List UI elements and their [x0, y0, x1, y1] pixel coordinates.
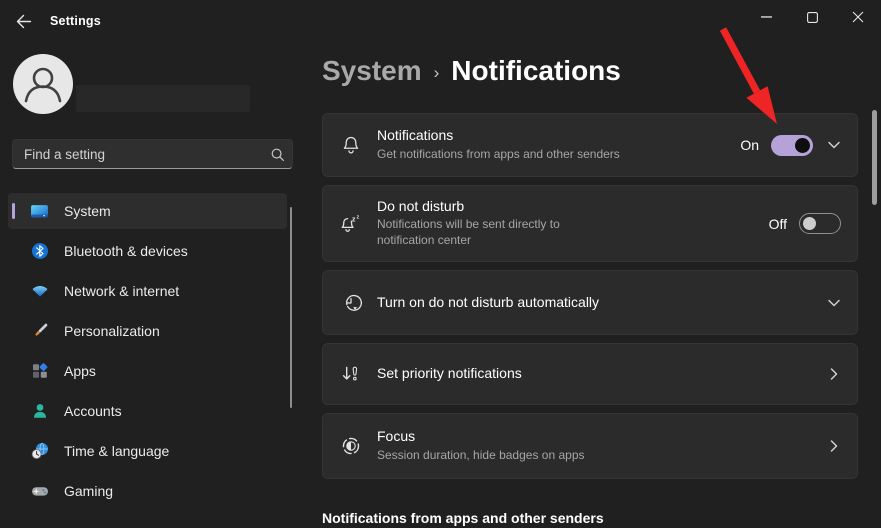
settings-window: { "window": { "app_title": "Settings" },…	[0, 0, 881, 528]
sidebar-item-label: Apps	[64, 363, 96, 379]
close-button[interactable]	[835, 0, 881, 34]
card-subtitle: Notifications will be sent directly to n…	[377, 217, 560, 248]
breadcrumb: System › Notifications	[322, 55, 621, 87]
accounts-icon	[30, 402, 49, 421]
chevron-right-icon[interactable]	[827, 367, 841, 381]
clock-history-icon	[340, 292, 362, 314]
card-title: Set priority notifications	[377, 365, 522, 382]
bell-icon	[340, 134, 362, 156]
sidebar-item-label: Accounts	[64, 403, 122, 419]
sidebar-item-personalization[interactable]: Personalization	[8, 313, 287, 349]
card-title: Focus	[377, 428, 416, 445]
apps-icon	[30, 362, 49, 381]
card-subtitle: Get notifications from apps and other se…	[377, 146, 620, 161]
card-text: Do not disturb Notifications will be sen…	[377, 198, 769, 249]
do-not-disturb-card[interactable]: z z Do not disturb Notifications will be…	[322, 185, 858, 262]
close-icon	[852, 11, 864, 23]
chevron-right-icon[interactable]	[827, 439, 841, 453]
notifications-card[interactable]: Notifications Get notifications from app…	[322, 113, 858, 177]
card-text: Notifications Get notifications from app…	[377, 127, 740, 162]
card-controls: On	[740, 134, 841, 156]
main-scrollbar-thumb[interactable]	[872, 110, 877, 205]
minimize-icon	[760, 16, 772, 18]
gamepad-icon	[30, 482, 49, 501]
user-name-placeholder	[76, 85, 250, 112]
bell-sleep-icon: z z	[340, 213, 362, 235]
sidebar-item-label: Bluetooth & devices	[64, 243, 188, 259]
back-button[interactable]	[12, 11, 34, 31]
card-title: Do not disturb	[377, 197, 465, 214]
focus-card[interactable]: Focus Session duration, hide badges on a…	[322, 413, 858, 479]
chevron-down-icon[interactable]	[827, 138, 841, 152]
svg-text:z: z	[357, 214, 360, 220]
sidebar-nav: System Bluetooth & devices Network & int…	[8, 193, 287, 513]
sidebar-item-bluetooth-devices[interactable]: Bluetooth & devices	[8, 233, 287, 269]
search-icon[interactable]	[270, 147, 285, 162]
svg-text:z: z	[352, 214, 356, 223]
page-title: Notifications	[451, 55, 621, 86]
breadcrumb-separator-icon: ›	[433, 62, 440, 82]
card-title: Notifications	[377, 127, 454, 144]
sidebar-item-label: System	[64, 203, 111, 219]
sidebar-item-label: Network & internet	[64, 283, 180, 299]
card-controls	[813, 296, 841, 310]
toggle-knob	[795, 137, 810, 153]
card-title: Turn on do not disturb automatically	[377, 293, 600, 310]
notifications-toggle[interactable]	[771, 134, 813, 156]
search-box	[12, 139, 293, 169]
section-header: Notifications from apps and other sender…	[322, 510, 604, 526]
priority-notifications-card[interactable]: Set priority notifications	[322, 343, 858, 405]
toggle-state-label: On	[740, 137, 759, 153]
arrow-left-icon	[16, 14, 31, 28]
do-not-disturb-toggle[interactable]	[799, 213, 841, 234]
chevron-down-icon[interactable]	[827, 296, 841, 310]
card-text: Focus Session duration, hide badges on a…	[377, 428, 813, 463]
sidebar-item-apps[interactable]: Apps	[8, 353, 287, 389]
selection-pill	[12, 203, 15, 219]
card-controls: Off	[769, 213, 841, 234]
maximize-button[interactable]	[789, 0, 835, 34]
card-subtitle: Session duration, hide badges on apps	[377, 447, 585, 462]
sidebar-item-time-language[interactable]: Time & language	[8, 433, 287, 469]
card-controls	[813, 367, 841, 381]
toggle-state-label: Off	[768, 215, 787, 232]
sidebar-item-system[interactable]: System	[8, 193, 287, 229]
system-icon	[30, 202, 49, 221]
card-text: Turn on do not disturb automatically	[377, 294, 813, 312]
paintbrush-icon	[30, 322, 49, 341]
bluetooth-icon	[30, 242, 49, 261]
settings-card-list: Notifications Get notifications from app…	[322, 113, 858, 487]
card-controls	[813, 439, 841, 453]
window-controls	[743, 0, 881, 34]
sidebar-item-gaming[interactable]: Gaming	[8, 473, 287, 509]
search-input[interactable]	[13, 140, 292, 168]
sidebar-item-accounts[interactable]: Accounts	[8, 393, 287, 429]
sidebar-item-network-internet[interactable]: Network & internet	[8, 273, 287, 309]
sidebar-item-label: Personalization	[64, 323, 160, 339]
toggle-knob	[803, 217, 816, 230]
globe-clock-icon	[30, 442, 49, 461]
sidebar-item-label: Time & language	[64, 443, 170, 459]
focus-icon	[340, 435, 362, 457]
breadcrumb-parent[interactable]: System	[322, 55, 422, 87]
dnd-automatic-card[interactable]: Turn on do not disturb automatically	[322, 270, 858, 335]
minimize-button[interactable]	[743, 0, 789, 34]
card-text: Set priority notifications	[377, 365, 813, 383]
sidebar-item-label: Gaming	[64, 483, 114, 499]
titlebar: Settings	[0, 0, 881, 42]
app-title: Settings	[50, 14, 101, 28]
wifi-icon	[30, 282, 49, 301]
person-icon	[24, 67, 62, 103]
avatar	[13, 54, 73, 114]
sidebar-scrollbar-thumb[interactable]	[290, 207, 292, 408]
maximize-icon	[806, 11, 818, 23]
priority-icon	[340, 363, 362, 385]
